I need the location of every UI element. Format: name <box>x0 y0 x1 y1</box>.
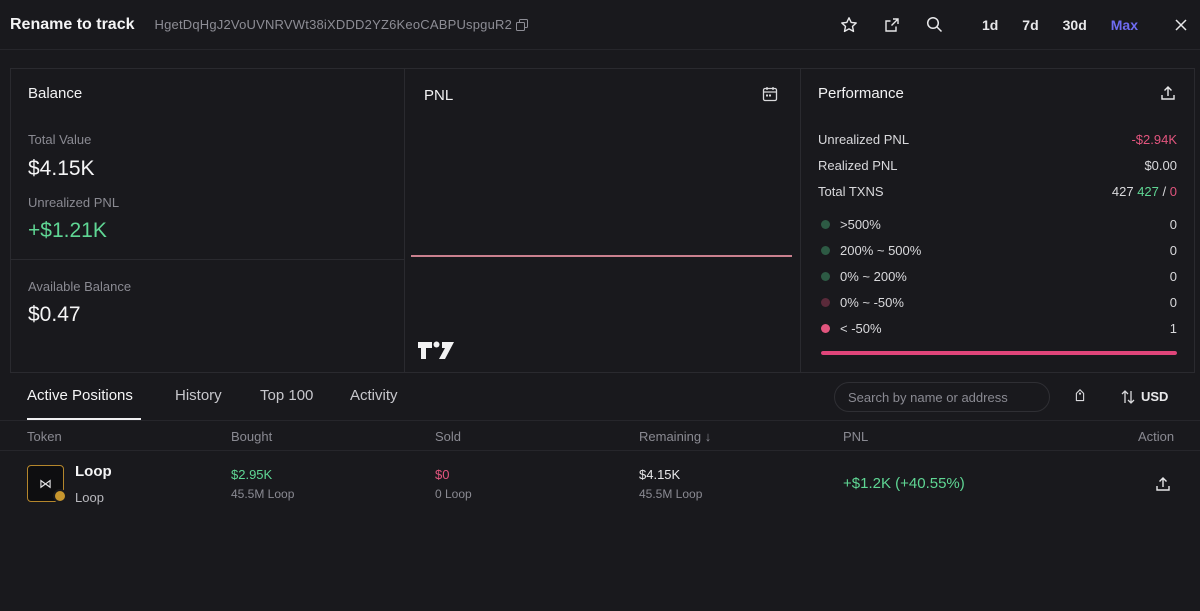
column-header-sold[interactable]: Sold <box>435 429 461 444</box>
pnl-value: +$1.2K (+40.55%) <box>843 475 965 492</box>
bucket-dot <box>821 246 830 255</box>
performance-panel: Performance Unrealized PNL -$2.94K Reali… <box>801 69 1196 373</box>
total-value: $4.15K <box>28 157 95 180</box>
bucket-count: 0 <box>1169 217 1177 232</box>
txns-sells: 0 <box>1169 184 1177 199</box>
positions-table-header: Token Bought Sold Remaining ↓ PNL Action <box>0 420 1200 451</box>
tradingview-logo-icon <box>417 339 455 361</box>
share-position-icon[interactable] <box>1155 476 1171 492</box>
perf-txns-value: 427 427 / 0 <box>1112 184 1177 199</box>
bought-value: $2.95K <box>231 467 273 482</box>
perf-txns-row: Total TXNS 427 427 / 0 <box>818 184 1177 199</box>
bucket-row: 0% ~ 200% 0 <box>821 269 1177 284</box>
total-value-label: Total Value <box>28 132 92 147</box>
range-max[interactable]: Max <box>1111 17 1138 33</box>
top-actions: 1d 7d 30d Max <box>840 16 1190 34</box>
currency-toggle[interactable]: USD <box>1141 389 1168 404</box>
token-symbol: Loop <box>75 490 104 505</box>
wallet-address: HgetDqHgJ2VoUVNRVWt38iXDDD2YZ6KeoCABPUsp… <box>154 17 513 32</box>
perf-realized-row: Realized PNL $0.00 <box>818 158 1177 173</box>
search-input[interactable] <box>834 382 1050 412</box>
perf-txns-label: Total TXNS <box>818 184 884 199</box>
perf-realized-label: Realized PNL <box>818 158 898 173</box>
bucket-label: < -50% <box>840 321 882 336</box>
positions-tabs-bar: Active Positions History Top 100 Activit… <box>10 372 1195 420</box>
unrealized-pnl-value: +$1.21K <box>28 219 107 242</box>
column-header-action: Action <box>1138 429 1175 444</box>
sort-icon[interactable] <box>1120 389 1136 405</box>
token-badge-icon <box>53 489 67 503</box>
external-link-icon[interactable] <box>883 16 901 34</box>
performance-distribution-bar <box>821 351 1177 355</box>
tab-top-100[interactable]: Top 100 <box>260 387 313 404</box>
bucket-dot <box>821 324 830 333</box>
bucket-row: 200% ~ 500% 0 <box>821 243 1177 258</box>
calendar-icon[interactable] <box>762 86 778 102</box>
perf-unrealized-row: Unrealized PNL -$2.94K <box>818 132 1177 147</box>
balance-divider <box>11 259 405 260</box>
token-name[interactable]: Loop <box>75 463 112 480</box>
star-icon[interactable] <box>840 16 858 34</box>
time-range-selector: 1d 7d 30d Max <box>982 17 1162 33</box>
performance-bar-fill <box>821 351 1177 355</box>
balance-panel: Balance Total Value $4.15K Unrealized PN… <box>11 69 405 373</box>
tab-active-positions[interactable]: Active Positions <box>27 387 133 404</box>
column-header-pnl[interactable]: PNL <box>843 429 868 444</box>
bucket-row: 0% ~ -50% 0 <box>821 295 1177 310</box>
wallet-title[interactable]: Rename to track <box>10 16 135 34</box>
bucket-count: 0 <box>1169 295 1177 310</box>
perf-unrealized-label: Unrealized PNL <box>818 132 910 147</box>
range-7d[interactable]: 7d <box>1022 17 1038 33</box>
available-balance-value: $0.47 <box>28 303 81 326</box>
share-icon[interactable] <box>1160 85 1176 101</box>
bucket-count: 0 <box>1169 243 1177 258</box>
txns-separator: / <box>1162 184 1167 199</box>
bucket-count: 1 <box>1169 321 1177 336</box>
bucket-dot <box>821 272 830 281</box>
txns-total: 427 <box>1111 184 1134 199</box>
bought-amount: 45.5M Loop <box>231 487 295 501</box>
column-header-bought[interactable]: Bought <box>231 429 272 444</box>
sold-amount: 0 Loop <box>435 487 472 501</box>
txns-buys: 427 <box>1137 184 1159 199</box>
bucket-row: < -50% 1 <box>821 321 1177 336</box>
bucket-label: 0% ~ 200% <box>840 269 907 284</box>
pnl-panel: PNL <box>405 69 801 373</box>
unrealized-pnl-label: Unrealized PNL <box>28 195 120 210</box>
bucket-dot <box>821 220 830 229</box>
table-row[interactable]: ⋈ Loop Loop $2.95K 45.5M Loop $0 0 Loop … <box>0 451 1200 517</box>
pnl-title: PNL <box>424 87 454 104</box>
tab-history[interactable]: History <box>175 387 222 404</box>
summary-panels: Balance Total Value $4.15K Unrealized PN… <box>10 68 1196 373</box>
bucket-label: 200% ~ 500% <box>840 243 922 258</box>
bucket-dot <box>821 298 830 307</box>
copy-icon[interactable] <box>516 18 529 31</box>
column-header-remaining[interactable]: Remaining ↓ <box>639 429 711 444</box>
available-balance-label: Available Balance <box>28 279 132 294</box>
bucket-row: >500% 0 <box>821 217 1177 232</box>
bucket-count: 0 <box>1169 269 1177 284</box>
tag-icon[interactable] <box>1072 389 1088 405</box>
top-bar: Rename to track HgetDqHgJ2VoUVNRVWt38iXD… <box>0 0 1200 50</box>
balance-title: Balance <box>28 85 83 102</box>
column-header-token[interactable]: Token <box>27 429 62 444</box>
range-1d[interactable]: 1d <box>982 17 998 33</box>
performance-title: Performance <box>818 85 904 102</box>
perf-unrealized-value: -$2.94K <box>1131 132 1177 147</box>
sold-value: $0 <box>435 467 450 482</box>
bucket-label: 0% ~ -50% <box>840 295 904 310</box>
range-30d[interactable]: 30d <box>1063 17 1087 33</box>
perf-realized-value: $0.00 <box>1144 158 1177 173</box>
bucket-label: >500% <box>840 217 881 232</box>
search-icon[interactable] <box>926 16 944 34</box>
remaining-amount: 45.5M Loop <box>639 487 703 501</box>
close-icon[interactable] <box>1172 16 1190 34</box>
remaining-value: $4.15K <box>639 467 681 482</box>
tab-activity[interactable]: Activity <box>350 387 398 404</box>
pnl-chart-line <box>411 255 792 257</box>
